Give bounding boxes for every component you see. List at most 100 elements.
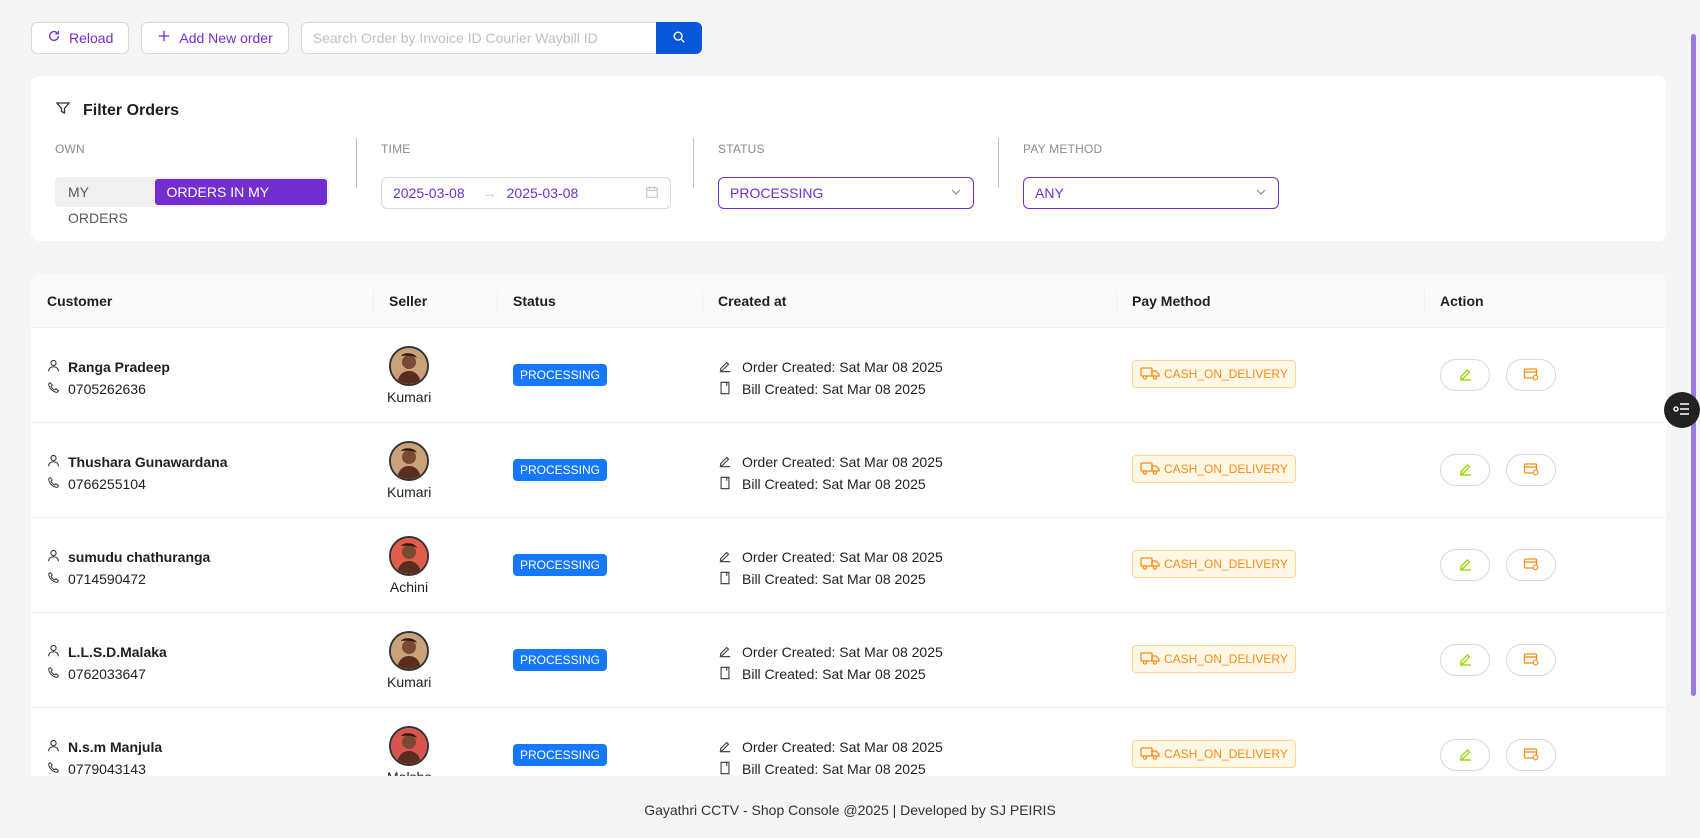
reload-icon <box>47 29 61 47</box>
pencil-icon <box>718 644 732 661</box>
payment-button[interactable] <box>1506 739 1556 771</box>
user-icon <box>47 644 60 660</box>
own-filter: OWN MY ORDERS ORDERS IN MY BRANCH <box>55 142 329 226</box>
end-date[interactable]: 2025-03-08 <box>507 185 579 201</box>
filter-card: Filter Orders OWN MY ORDERS ORDERS IN MY… <box>31 76 1666 241</box>
pencil-icon <box>718 359 732 376</box>
seller-name: Achini <box>389 579 429 595</box>
created-cell: Order Created: Sat Mar 08 2025 Bill Crea… <box>718 546 943 590</box>
seller-cell: Kumari <box>387 631 432 690</box>
pay-method-tag: CASH_ON_DELIVERY <box>1132 740 1296 768</box>
column-status: Status <box>513 293 556 309</box>
payment-button[interactable] <box>1506 644 1556 676</box>
chevron-down-icon <box>950 185 962 201</box>
customer-name: N.s.m Manjula <box>68 739 163 755</box>
bill-created: Bill Created: Sat Mar 08 2025 <box>742 381 926 397</box>
table-row: N.s.m Manjula 0779043143 Malsha PROCESSI… <box>31 708 1666 776</box>
customer-name: sumudu chathuranga <box>68 549 211 565</box>
date-range-picker[interactable]: 2025-03-08 → 2025-03-08 <box>381 177 671 209</box>
status-select[interactable]: PROCESSING <box>718 177 974 209</box>
pay-method-select[interactable]: ANY <box>1023 177 1279 209</box>
seller-name: Kumari <box>387 674 432 690</box>
status-badge: PROCESSING <box>513 554 608 576</box>
edit-icon <box>1457 651 1473 670</box>
column-divider <box>497 290 498 312</box>
payment-button[interactable] <box>1506 454 1556 486</box>
document-icon <box>718 761 732 777</box>
seller-avatar <box>389 346 429 386</box>
created-cell: Order Created: Sat Mar 08 2025 Bill Crea… <box>718 451 943 495</box>
filter-title-text: Filter Orders <box>83 101 180 119</box>
bill-created: Bill Created: Sat Mar 08 2025 <box>742 571 926 587</box>
edit-button[interactable] <box>1440 739 1490 771</box>
seller-name: Kumari <box>387 484 432 500</box>
customer-name: Ranga Pradeep <box>68 359 170 375</box>
search-input[interactable] <box>300 22 656 54</box>
order-created: Order Created: Sat Mar 08 2025 <box>742 359 943 375</box>
filter-divider <box>693 138 694 188</box>
document-icon <box>718 476 732 493</box>
pay-method-tag: CASH_ON_DELIVERY <box>1132 550 1296 578</box>
order-created: Order Created: Sat Mar 08 2025 <box>742 454 943 470</box>
customer-cell: Ranga Pradeep 0705262636 <box>47 356 170 400</box>
status-label: STATUS <box>718 142 765 156</box>
branch-orders-option[interactable]: ORDERS IN MY BRANCH <box>155 179 327 226</box>
column-divider <box>1424 290 1425 312</box>
filter-divider <box>998 138 999 188</box>
customer-name: Thushara Gunawardana <box>68 454 228 470</box>
action-cell <box>1440 549 1556 581</box>
search-button[interactable] <box>655 22 702 54</box>
phone-icon <box>47 381 60 397</box>
edit-button[interactable] <box>1440 454 1490 486</box>
action-cell <box>1440 644 1556 676</box>
calendar-icon <box>645 185 659 202</box>
user-icon <box>47 739 60 755</box>
my-orders-option[interactable]: MY ORDERS <box>57 179 155 226</box>
customer-phone: 0705262636 <box>68 381 146 397</box>
table-row: sumudu chathuranga 0714590472 Achini PRO… <box>31 518 1666 613</box>
filter-icon <box>55 100 71 121</box>
add-order-button[interactable]: Add New order <box>141 22 289 54</box>
seller-cell: Achini <box>389 536 431 595</box>
payment-button[interactable] <box>1506 549 1556 581</box>
time-filter: TIME 2025-03-08 → 2025-03-08 <box>381 142 671 209</box>
column-action: Action <box>1440 293 1484 309</box>
seller-name: Kumari <box>387 389 432 405</box>
arrow-right-icon: → <box>482 185 497 201</box>
pay-method-select-value: ANY <box>1035 185 1064 201</box>
status-badge: PROCESSING <box>513 459 608 481</box>
customer-phone: 0779043143 <box>68 761 146 776</box>
truck-icon <box>1140 746 1160 763</box>
order-created: Order Created: Sat Mar 08 2025 <box>742 644 943 660</box>
edit-button[interactable] <box>1440 644 1490 676</box>
payment-button[interactable] <box>1506 359 1556 391</box>
edit-icon <box>1457 366 1473 385</box>
floating-settings-button[interactable] <box>1664 392 1700 428</box>
start-date[interactable]: 2025-03-08 <box>393 185 465 201</box>
edit-button[interactable] <box>1440 359 1490 391</box>
action-cell <box>1440 359 1556 391</box>
search-group <box>300 22 702 54</box>
payment-settings-icon <box>1523 651 1539 670</box>
payment-settings-icon <box>1523 746 1539 765</box>
pay-method-tag: CASH_ON_DELIVERY <box>1132 360 1296 388</box>
table-row: Ranga Pradeep 0705262636 Kumari PROCESSI… <box>31 328 1666 423</box>
table-row: Thushara Gunawardana 0766255104 Kumari P… <box>31 423 1666 518</box>
filter-title: Filter Orders <box>55 100 179 121</box>
settings-list-icon <box>1673 400 1691 421</box>
pay-method-text: CASH_ON_DELIVERY <box>1164 652 1288 666</box>
footer: Gayathri CCTV - Shop Console @2025 | Dev… <box>644 802 1056 818</box>
phone-icon <box>47 476 60 492</box>
pencil-icon <box>718 454 732 471</box>
edit-icon <box>1457 461 1473 480</box>
column-customer: Customer <box>47 293 113 309</box>
edit-button[interactable] <box>1440 549 1490 581</box>
reload-button[interactable]: Reload <box>31 22 130 54</box>
toolbar: Reload Add New order <box>31 22 702 54</box>
column-divider <box>1116 290 1117 312</box>
time-label: TIME <box>381 142 411 156</box>
table-header: Customer Seller Status Created at Pay Me… <box>31 274 1666 328</box>
scrollbar-thumb[interactable] <box>1691 34 1696 696</box>
document-icon <box>718 666 732 683</box>
seller-cell: Kumari <box>387 441 432 500</box>
